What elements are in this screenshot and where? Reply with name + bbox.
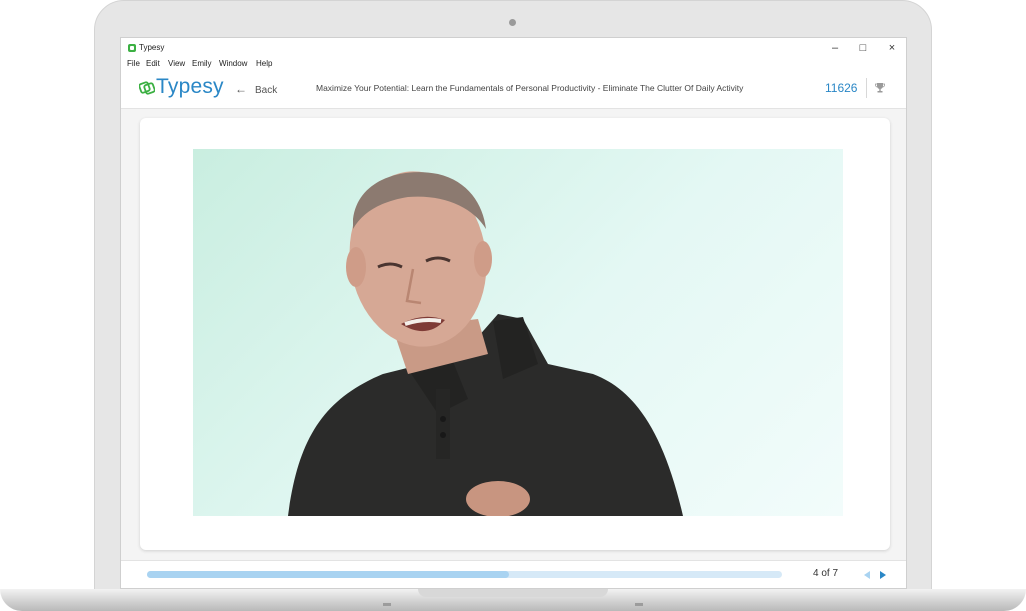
laptop-foot [635, 603, 643, 606]
app-header: Typesy ← Back Maximize Your Potential: Le… [121, 70, 906, 109]
webcam [509, 19, 516, 26]
menu-help[interactable]: Help [256, 59, 272, 68]
menu-window[interactable]: Window [219, 59, 247, 68]
menu-edit[interactable]: Edit [146, 59, 160, 68]
page-indicator: 4 of 7 [813, 568, 839, 579]
menu-emily[interactable]: Emily [192, 59, 212, 68]
next-arrow-icon[interactable] [878, 569, 888, 581]
presenter-video [288, 171, 683, 516]
app-window: Typesy – □ × File Edit View Emily Window… [120, 37, 907, 589]
maximize-icon[interactable]: □ [849, 40, 877, 56]
lesson-footer: 4 of 7 [121, 560, 906, 588]
logo-text: Typesy [156, 75, 224, 98]
prev-arrow-icon[interactable] [862, 569, 872, 581]
lesson-title: Maximize Your Potential: Learn the Funda… [316, 83, 744, 93]
back-arrow-icon: ← [235, 82, 247, 96]
back-button[interactable]: ← Back [235, 82, 277, 96]
trophy-icon[interactable] [874, 82, 886, 94]
minimize-icon[interactable]: – [821, 40, 849, 56]
title-bar: Typesy – □ × [121, 38, 906, 58]
points-counter: 11626 [825, 81, 858, 95]
menu-file[interactable]: File [127, 59, 140, 68]
window-title: Typesy [139, 43, 165, 52]
close-icon[interactable]: × [878, 40, 906, 56]
typesy-app-icon [128, 44, 136, 52]
back-label: Back [255, 85, 278, 96]
laptop-foot [383, 603, 391, 606]
video-player[interactable] [193, 149, 843, 516]
menu-bar: File Edit View Emily Window Help [121, 58, 906, 70]
laptop-notch [418, 589, 608, 597]
typesy-logo-icon [139, 81, 155, 95]
header-divider [866, 78, 867, 98]
lesson-card [140, 118, 890, 550]
lesson-progress-fill [147, 571, 509, 578]
lesson-progress-bar [147, 571, 782, 578]
menu-view[interactable]: View [168, 59, 185, 68]
